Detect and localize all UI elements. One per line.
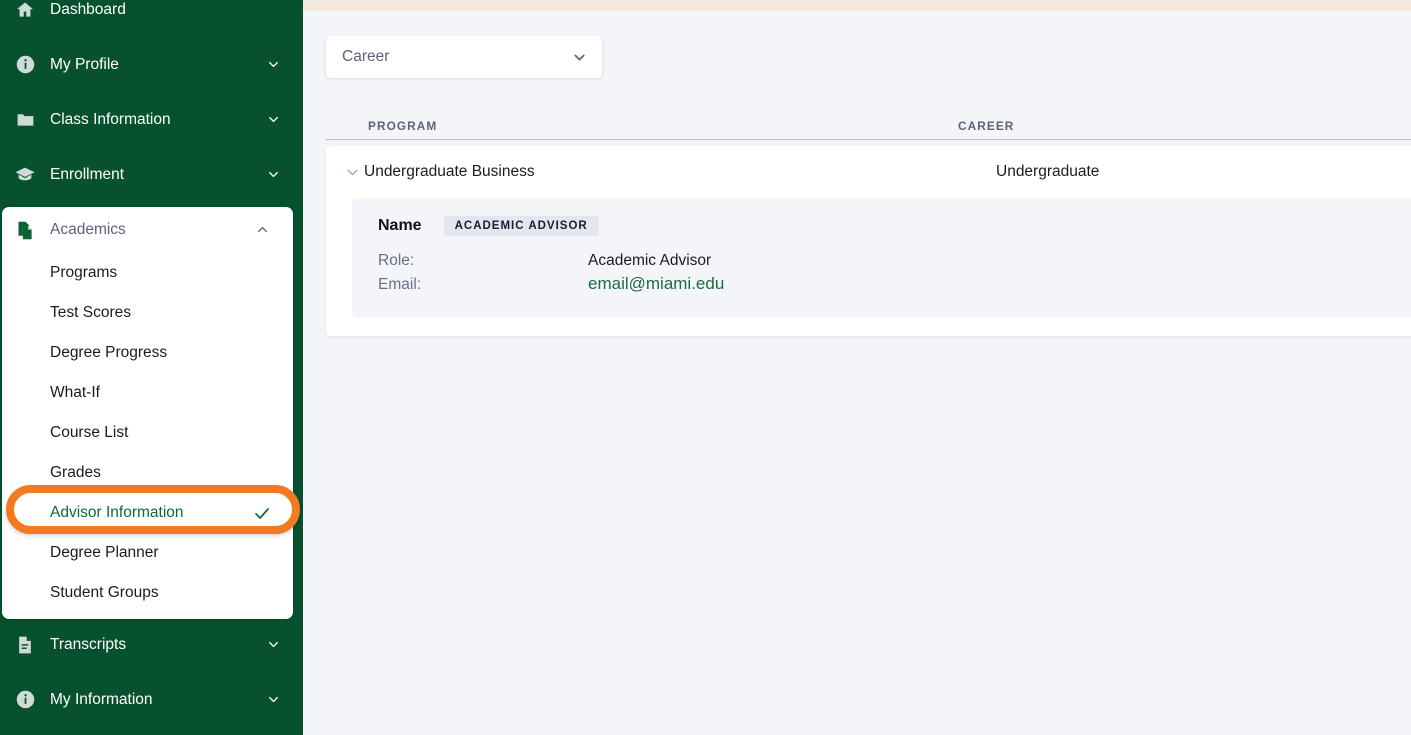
sidebar: Dashboard My Profile Class Information E… (0, 0, 303, 735)
sidebar-item-course-list[interactable]: Course List (2, 413, 293, 453)
sidebar-item-grades[interactable]: Grades (2, 453, 293, 493)
sidebar-group-academics: Academics Programs Test Scores Degree Pr… (2, 207, 293, 619)
sidebar-item-enrollment[interactable]: Enrollment (0, 147, 303, 202)
folder-icon (12, 107, 38, 133)
sidebar-item-student-groups[interactable]: Student Groups (2, 573, 293, 613)
career-select-value: Career (342, 48, 390, 65)
home-icon (12, 0, 38, 23)
top-accent-band (303, 0, 1411, 11)
sidebar-item-label: Enrollment (50, 165, 125, 183)
cell-program: Undergraduate Business (364, 163, 535, 180)
column-header-career: CAREER (958, 119, 1015, 133)
sidebar-item-label: Class Information (50, 110, 171, 128)
check-icon (253, 504, 271, 522)
advisor-email-label: Email: (378, 276, 422, 293)
graduation-cap-icon (12, 162, 38, 188)
sidebar-item-label: Dashboard (50, 0, 126, 18)
advisor-role-value: Academic Advisor (588, 252, 712, 269)
sidebar-item-degree-progress[interactable]: Degree Progress (2, 333, 293, 373)
info-circle-icon (12, 52, 38, 78)
table-row[interactable]: Undergraduate Business Undergraduate (326, 146, 1411, 198)
sidebar-item-label: Grades (50, 464, 101, 482)
chevron-down-icon[interactable] (265, 167, 281, 183)
column-header-program: PROGRAM (368, 119, 438, 133)
sidebar-group-academics-header[interactable]: Academics (2, 207, 293, 253)
sidebar-item-label: What-If (50, 384, 100, 402)
chevron-down-icon[interactable] (265, 57, 281, 73)
sidebar-item-advisor-information[interactable]: Advisor Information (2, 493, 293, 533)
sidebar-item-degree-planner[interactable]: Degree Planner (2, 533, 293, 573)
sidebar-item-label: Test Scores (50, 304, 131, 322)
document-lines-icon (12, 632, 38, 658)
advisor-role-row: Role: Academic Advisor (378, 252, 1411, 270)
advisor-detail-panel: Name ACADEMIC ADVISOR Role: Academic Adv… (352, 198, 1411, 318)
chevron-up-icon[interactable] (255, 222, 271, 238)
advisor-name: Name (378, 217, 422, 234)
sidebar-item-label: Degree Progress (50, 344, 168, 362)
table-header-row: PROGRAM CAREER (326, 109, 1411, 140)
sidebar-item-label: Advisor Information (50, 504, 184, 522)
career-select[interactable]: Career (326, 36, 602, 78)
advisor-header: Name ACADEMIC ADVISOR (378, 214, 1411, 238)
app-root: Dashboard My Profile Class Information E… (0, 0, 1411, 735)
documents-copy-icon (12, 217, 38, 243)
sidebar-item-label: Course List (50, 424, 129, 442)
sidebar-item-dashboard[interactable]: Dashboard (0, 0, 303, 37)
sidebar-item-transcripts[interactable]: Transcripts (0, 617, 303, 672)
sidebar-item-my-profile[interactable]: My Profile (0, 37, 303, 92)
advisor-role-label: Role: (378, 252, 415, 269)
sidebar-item-what-if[interactable]: What-If (2, 373, 293, 413)
chevron-down-icon[interactable] (265, 112, 281, 128)
chevron-down-icon[interactable] (326, 164, 368, 181)
sidebar-item-label: Student Groups (50, 584, 159, 602)
sidebar-item-label: My Information (50, 690, 153, 708)
status-badge: ACADEMIC ADVISOR (443, 215, 599, 237)
advisor-email-row: Email: email@miami.edu (378, 274, 1411, 294)
chevron-down-icon[interactable] (570, 48, 588, 66)
sidebar-item-test-scores[interactable]: Test Scores (2, 293, 293, 333)
sidebar-item-label: Programs (50, 264, 118, 282)
table-body-card: Undergraduate Business Undergraduate Nam… (326, 146, 1411, 336)
chevron-down-icon[interactable] (265, 637, 281, 653)
chevron-down-icon[interactable] (265, 692, 281, 708)
sidebar-item-my-information[interactable]: My Information (0, 672, 303, 727)
cell-career: Undergraduate (996, 163, 1100, 180)
main-content: Career PROGRAM CAREER Undergraduate Busi… (303, 11, 1411, 735)
info-circle-icon (12, 687, 38, 713)
sidebar-item-label: Transcripts (50, 635, 127, 653)
sidebar-item-programs[interactable]: Programs (2, 253, 293, 293)
sidebar-item-class-information[interactable]: Class Information (0, 92, 303, 147)
sidebar-item-label: My Profile (50, 55, 119, 73)
sidebar-group-academics-label: Academics (50, 221, 126, 238)
sidebar-item-label: Degree Planner (50, 544, 159, 562)
programs-table: PROGRAM CAREER Undergraduate Business Un… (326, 109, 1411, 336)
advisor-email-link[interactable]: email@miami.edu (588, 274, 724, 294)
